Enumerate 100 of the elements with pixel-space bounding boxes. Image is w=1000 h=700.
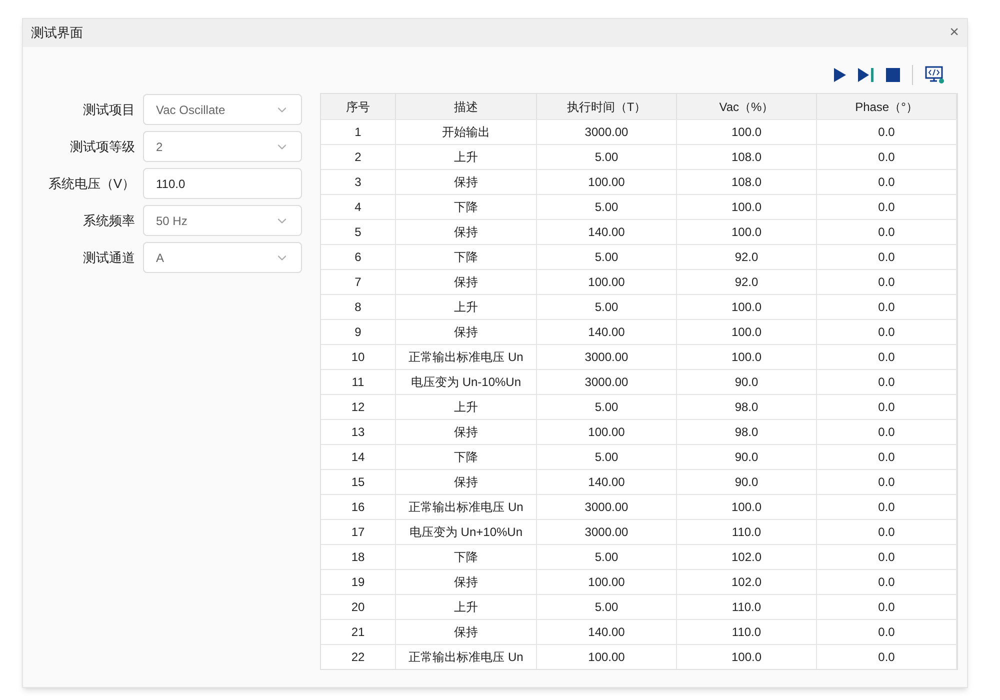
table-cell: 0.0 bbox=[817, 395, 957, 419]
table-cell: 110.0 bbox=[677, 520, 817, 544]
table-cell: 2 bbox=[321, 145, 396, 169]
table-cell: 0.0 bbox=[817, 620, 957, 644]
table-cell: 140.00 bbox=[537, 620, 677, 644]
table-cell: 0.0 bbox=[817, 120, 957, 144]
field-label: 测试项目 bbox=[83, 100, 135, 119]
table-cell: 100.0 bbox=[677, 195, 817, 219]
table-cell: 0.0 bbox=[817, 195, 957, 219]
table-cell: 90.0 bbox=[677, 470, 817, 494]
table-cell: 6 bbox=[321, 245, 396, 269]
table-cell: 98.0 bbox=[677, 395, 817, 419]
table-cell: 5.00 bbox=[537, 195, 677, 219]
table-cell: 102.0 bbox=[677, 545, 817, 569]
table-cell: 102.0 bbox=[677, 570, 817, 594]
field-label: 测试项等级 bbox=[70, 138, 135, 156]
table-cell: 100.0 bbox=[677, 645, 817, 669]
table-cell: 100.0 bbox=[677, 220, 817, 244]
table-cell: 8 bbox=[321, 295, 396, 319]
table-cell: 98.0 bbox=[677, 420, 817, 444]
table-cell: 3000.00 bbox=[537, 120, 677, 144]
table-cell: 7 bbox=[321, 270, 396, 294]
table-cell: 100.0 bbox=[677, 295, 817, 319]
table-cell: 3 bbox=[321, 170, 396, 194]
table-cell: 5.00 bbox=[537, 245, 677, 269]
table-cell: 电压变为 Un+10%Un bbox=[396, 520, 537, 544]
table-cell: 110.0 bbox=[677, 620, 817, 644]
table-cell: 100.00 bbox=[537, 420, 677, 444]
field-label: 系统电压（V） bbox=[48, 174, 135, 193]
table-cell: 1 bbox=[321, 120, 396, 144]
input-field[interactable]: 110.0 bbox=[143, 168, 302, 199]
table-cell: 100.0 bbox=[677, 120, 817, 144]
table-cell: 10 bbox=[321, 345, 396, 369]
table-cell: 5.00 bbox=[537, 595, 677, 619]
table-cell: 100.0 bbox=[677, 345, 817, 369]
column-header: Phase（°） bbox=[817, 94, 957, 119]
close-button[interactable]: × bbox=[950, 25, 959, 41]
table-cell: 14 bbox=[321, 445, 396, 469]
table-cell: 5 bbox=[321, 220, 396, 244]
dropdown[interactable]: Vac Oscillate bbox=[143, 94, 302, 125]
table-cell: 下降 bbox=[396, 195, 537, 219]
table-cell: 0.0 bbox=[817, 520, 957, 544]
table-cell: 140.00 bbox=[537, 320, 677, 344]
table-cell: 0.0 bbox=[817, 370, 957, 394]
table-cell: 18 bbox=[321, 545, 396, 569]
table-cell: 保持 bbox=[396, 170, 537, 194]
table-cell: 19 bbox=[321, 570, 396, 594]
table-cell: 0.0 bbox=[817, 145, 957, 169]
table-cell: 12 bbox=[321, 395, 396, 419]
table-cell: 5.00 bbox=[537, 545, 677, 569]
table-cell: 5.00 bbox=[537, 445, 677, 469]
table-cell: 0.0 bbox=[817, 345, 957, 369]
table-cell: 100.00 bbox=[537, 570, 677, 594]
column-header: 描述 bbox=[396, 94, 537, 119]
table-cell: 3000.00 bbox=[537, 345, 677, 369]
table-cell: 下降 bbox=[396, 445, 537, 469]
window-title: 测试界面 bbox=[31, 24, 83, 42]
table-cell: 21 bbox=[321, 620, 396, 644]
table-cell: 90.0 bbox=[677, 445, 817, 469]
table-cell: 0.0 bbox=[817, 420, 957, 444]
dropdown[interactable]: A bbox=[143, 242, 302, 273]
table-cell: 保持 bbox=[396, 320, 537, 344]
table-cell: 22 bbox=[321, 645, 396, 669]
table-cell: 0.0 bbox=[817, 645, 957, 669]
column-header: Vac（%） bbox=[677, 94, 817, 119]
table-cell: 100.0 bbox=[677, 495, 817, 519]
table-cell: 92.0 bbox=[677, 270, 817, 294]
table-cell: 3000.00 bbox=[537, 495, 677, 519]
table-cell: 上升 bbox=[396, 595, 537, 619]
table-cell: 0.0 bbox=[817, 245, 957, 269]
table-cell: 108.0 bbox=[677, 145, 817, 169]
dropdown[interactable]: 50 Hz bbox=[143, 205, 302, 236]
table-cell: 0.0 bbox=[817, 445, 957, 469]
table-cell: 100.00 bbox=[537, 170, 677, 194]
table-cell: 20 bbox=[321, 595, 396, 619]
table-cell: 0.0 bbox=[817, 570, 957, 594]
monitor-code-icon[interactable] bbox=[925, 66, 945, 84]
table-cell: 16 bbox=[321, 495, 396, 519]
table-cell: 13 bbox=[321, 420, 396, 444]
table-cell: 92.0 bbox=[677, 245, 817, 269]
table-cell: 100.00 bbox=[537, 270, 677, 294]
table-cell: 0.0 bbox=[817, 545, 957, 569]
table-cell: 上升 bbox=[396, 295, 537, 319]
table-cell: 0.0 bbox=[817, 270, 957, 294]
step-forward-icon[interactable] bbox=[858, 68, 874, 82]
column-header: 序号 bbox=[321, 94, 396, 119]
table-cell: 5.00 bbox=[537, 295, 677, 319]
table-cell: 140.00 bbox=[537, 470, 677, 494]
table-cell: 0.0 bbox=[817, 220, 957, 244]
play-icon[interactable] bbox=[834, 68, 846, 82]
table-cell: 9 bbox=[321, 320, 396, 344]
table-cell: 保持 bbox=[396, 570, 537, 594]
dropdown[interactable]: 2 bbox=[143, 131, 302, 162]
field-label: 测试通道 bbox=[83, 248, 135, 267]
column-header: 执行时间（T） bbox=[537, 94, 677, 119]
table-cell: 保持 bbox=[396, 220, 537, 244]
table-cell: 5.00 bbox=[537, 145, 677, 169]
table-cell: 上升 bbox=[396, 395, 537, 419]
table-cell: 保持 bbox=[396, 270, 537, 294]
table-cell: 0.0 bbox=[817, 495, 957, 519]
